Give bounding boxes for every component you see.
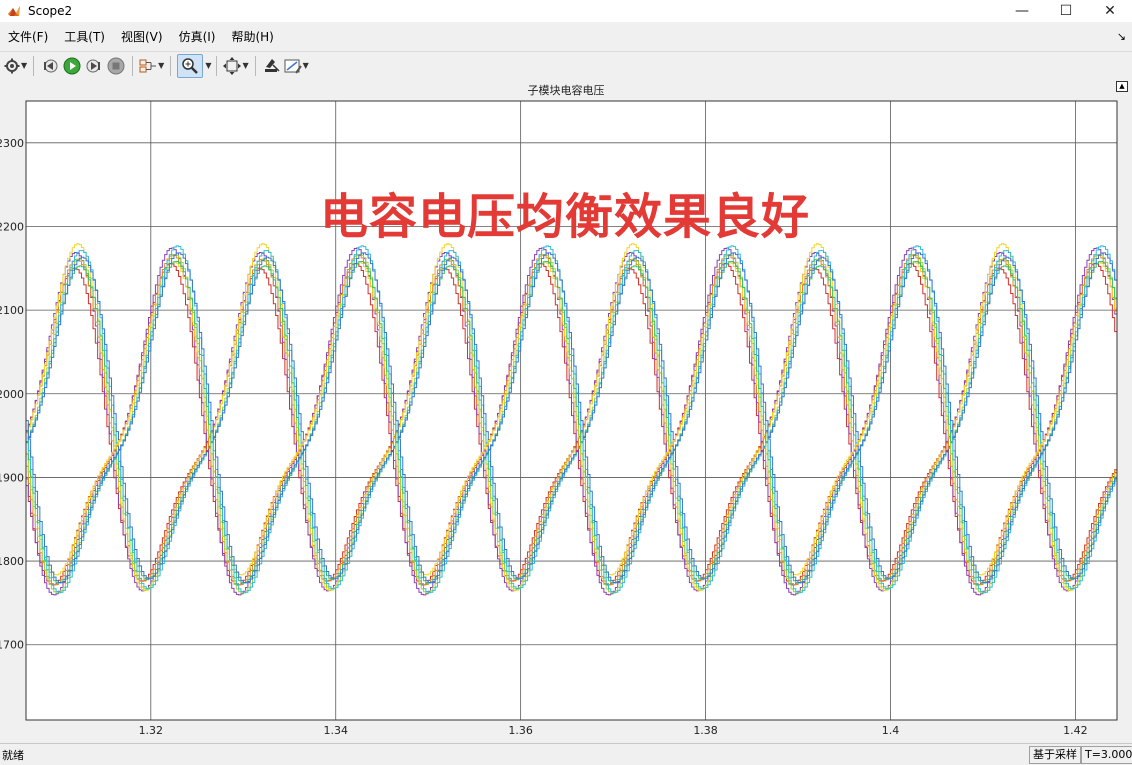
settings-button[interactable]: ▼: [4, 55, 27, 77]
fit-dropdown-icon[interactable]: ▼: [242, 61, 248, 70]
minimize-icon: —: [1015, 3, 1029, 19]
y-tick-label: 2200: [0, 220, 24, 233]
y-tick-label: 2100: [0, 304, 24, 317]
toolbar: ▼ ▼ ▼ ▼ ▼: [0, 51, 1132, 80]
run-button[interactable]: [62, 55, 82, 77]
x-tick-label: 1.34: [323, 724, 348, 737]
minimize-button[interactable]: —: [1000, 0, 1044, 22]
signal-select-icon: [139, 59, 157, 72]
y-tick-label: 1900: [0, 471, 24, 484]
zoom-dropdown-icon[interactable]: ▼: [205, 61, 211, 70]
highlight-block-button[interactable]: [262, 55, 282, 77]
window-controls: — ☐ ✕: [1000, 0, 1132, 22]
y-tick-label: 1700: [0, 639, 24, 652]
menu-view[interactable]: 视图(V): [113, 26, 171, 48]
highlight-block-icon: [264, 58, 280, 72]
close-icon: ✕: [1104, 3, 1116, 19]
status-ready: 就绪: [2, 749, 24, 762]
zoom-icon: [182, 57, 199, 74]
stop-button[interactable]: [106, 55, 126, 77]
close-button[interactable]: ✕: [1088, 0, 1132, 22]
menu-bar: 文件(F) 工具(T) 视图(V) 仿真(I) 帮助(H) ↘: [0, 26, 1132, 48]
style-icon: [284, 59, 302, 74]
undock-arrow-icon[interactable]: ↘: [1117, 30, 1126, 43]
style-dropdown-icon[interactable]: ▼: [303, 61, 309, 70]
status-bar: 就绪 基于采样 T=3.000: [0, 743, 1132, 765]
x-tick-label: 1.38: [693, 724, 718, 737]
title-bar: Scope2 — ☐ ✕: [0, 0, 1132, 22]
y-tick-label: 2000: [0, 388, 24, 401]
step-back-icon: [44, 59, 58, 72]
menu-simulation[interactable]: 仿真(I): [171, 26, 224, 48]
toolbar-separator: [170, 55, 172, 76]
fit-to-view-button[interactable]: ▼: [223, 55, 249, 77]
x-tick-label: 1.42: [1063, 724, 1088, 737]
toolbar-separator: [254, 55, 256, 76]
matlab-logo-icon: [8, 6, 20, 16]
sim-time-status: T=3.000: [1081, 746, 1132, 764]
signal-select-button[interactable]: ▼: [139, 55, 164, 77]
zoom-button[interactable]: [177, 53, 204, 78]
gear-icon: [4, 58, 20, 73]
signal-select-dropdown-icon[interactable]: ▼: [158, 61, 164, 70]
y-tick-label: 2300: [0, 137, 24, 150]
step-back-button[interactable]: [40, 55, 60, 77]
settings-dropdown-icon[interactable]: ▼: [21, 61, 27, 70]
menu-tools[interactable]: 工具(T): [56, 26, 113, 48]
x-tick-label: 1.32: [139, 724, 164, 737]
style-button[interactable]: ▼: [284, 55, 309, 77]
annotation-text: 电容电压均衡效果良好: [320, 189, 811, 245]
stop-icon: [107, 57, 125, 74]
run-icon: [63, 57, 81, 74]
sample-mode-status: 基于采样: [1029, 746, 1081, 764]
toolbar-separator: [33, 55, 35, 76]
window-title: Scope2: [28, 4, 73, 18]
menu-file[interactable]: 文件(F): [0, 26, 56, 48]
fit-to-view-icon: [223, 56, 242, 75]
x-tick-label: 1.4: [882, 724, 900, 737]
toolbar-separator: [216, 55, 218, 76]
maximize-icon: ☐: [1059, 3, 1073, 19]
step-forward-button[interactable]: [84, 55, 104, 77]
step-forward-icon: [86, 59, 101, 72]
toolbar-separator: [132, 55, 134, 76]
y-tick-label: 1800: [0, 555, 24, 568]
x-tick-label: 1.36: [508, 724, 533, 737]
scope-window: Scope2 — ☐ ✕ 文件(F) 工具(T) 视图(V) 仿真(I) 帮助(…: [0, 0, 1132, 765]
maximize-button[interactable]: ☐: [1044, 0, 1088, 22]
menu-help[interactable]: 帮助(H): [223, 26, 281, 48]
